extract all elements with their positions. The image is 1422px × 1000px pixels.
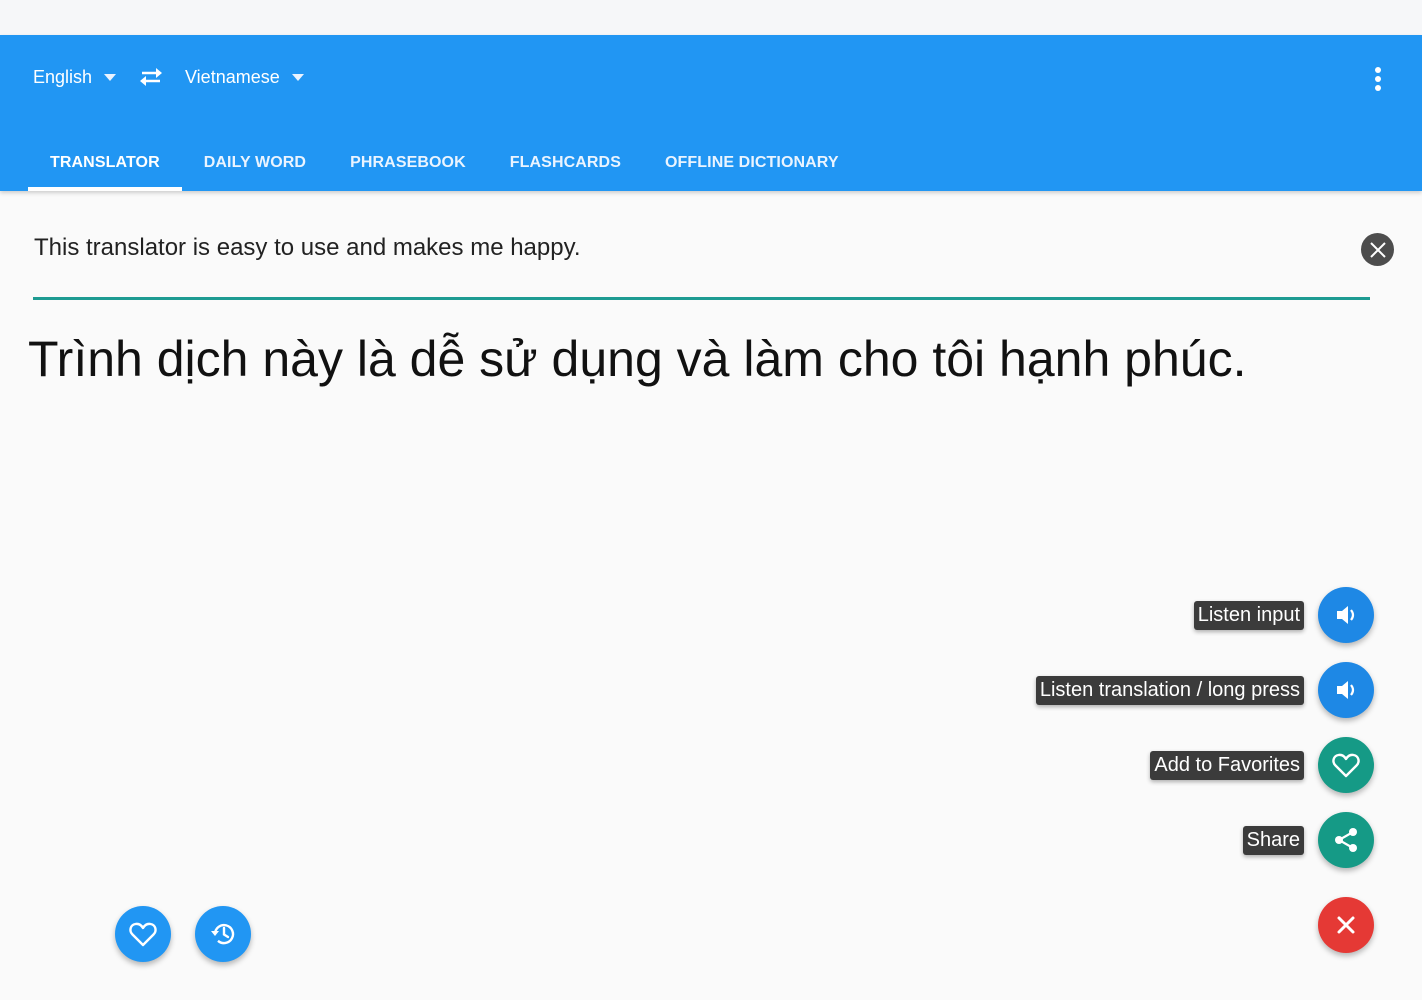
- add-favorites-label: Add to Favorites: [1150, 750, 1304, 780]
- listen-translation-button[interactable]: [1318, 662, 1374, 718]
- translation-output: Trình dịch này là dễ sử dụng và làm cho …: [28, 331, 1247, 387]
- status-strip: [0, 0, 1422, 35]
- listen-input-action: Listen input: [1193, 587, 1374, 643]
- tab-translator[interactable]: TRANSLATOR: [28, 135, 182, 191]
- heart-outline-icon: [129, 922, 157, 947]
- close-icon: [1369, 241, 1386, 258]
- listen-input-button[interactable]: [1318, 587, 1374, 643]
- heart-outline-icon: [1332, 753, 1360, 778]
- app-bar: English Vietnamese TRANSLATOR DAILY WORD…: [0, 35, 1422, 191]
- listen-translation-action: Listen translation / long press: [1035, 662, 1374, 718]
- source-text-input[interactable]: This translator is easy to use and makes…: [34, 234, 580, 262]
- tab-bar: TRANSLATOR DAILY WORD PHRASEBOOK FLASHCA…: [28, 135, 861, 191]
- favorites-button[interactable]: [115, 906, 171, 962]
- add-favorites-button[interactable]: [1318, 737, 1374, 793]
- share-action: Share: [1242, 812, 1374, 868]
- listen-translation-label: Listen translation / long press: [1035, 675, 1304, 705]
- share-label: Share: [1242, 825, 1304, 855]
- source-language-label: English: [33, 67, 93, 87]
- tab-phrasebook[interactable]: PHRASEBOOK: [328, 135, 488, 191]
- speaker-icon: [1337, 606, 1355, 624]
- close-speed-dial-button[interactable]: [1318, 897, 1374, 953]
- share-icon: [1335, 828, 1357, 852]
- tab-offline-dictionary[interactable]: OFFLINE DICTIONARY: [643, 135, 861, 191]
- add-favorites-action: Add to Favorites: [1150, 737, 1374, 793]
- input-underline: [33, 297, 1370, 300]
- close-icon: [1337, 916, 1355, 934]
- chevron-down-icon: [104, 74, 117, 81]
- tab-daily-word[interactable]: DAILY WORD: [182, 135, 328, 191]
- history-button[interactable]: [195, 906, 251, 962]
- history-icon: [211, 923, 235, 945]
- tab-flashcards[interactable]: FLASHCARDS: [488, 135, 643, 191]
- swap-arrows-icon[interactable]: [136, 65, 166, 89]
- listen-input-label: Listen input: [1193, 600, 1304, 630]
- speaker-icon: [1337, 681, 1355, 699]
- target-language-selector[interactable]: Vietnamese: [185, 67, 304, 88]
- chevron-down-icon: [291, 74, 304, 81]
- target-language-label: Vietnamese: [185, 67, 280, 87]
- clear-button[interactable]: [1361, 233, 1394, 266]
- share-button[interactable]: [1318, 812, 1374, 868]
- source-language-selector[interactable]: English: [33, 67, 117, 88]
- more-vert-icon[interactable]: [1366, 65, 1390, 95]
